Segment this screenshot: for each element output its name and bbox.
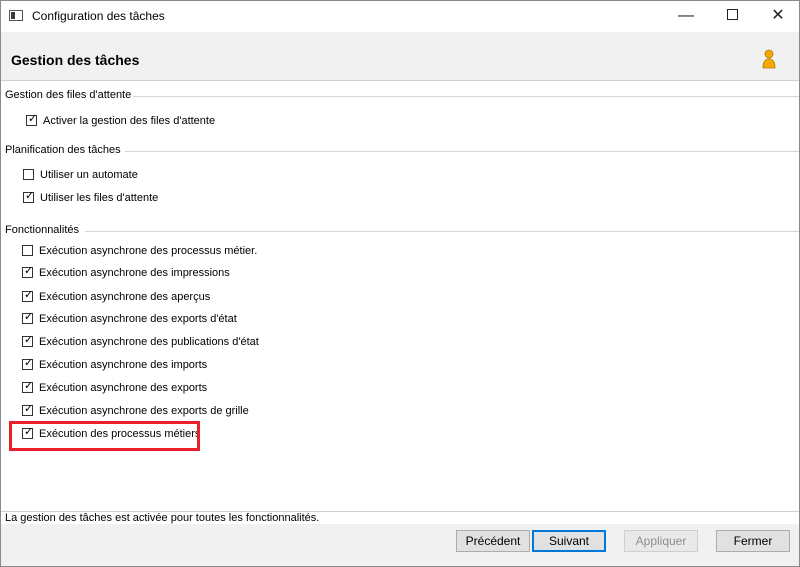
checkbox-label: Utiliser les files d'attente	[40, 192, 159, 204]
checkbox-label: Activer la gestion des files d'attente	[43, 115, 216, 127]
checkmark-icon: ✓	[24, 289, 34, 301]
checkmark-icon: ✓	[24, 265, 34, 277]
checkbox-label: Exécution asynchrone des exports de gril…	[39, 405, 249, 417]
group-label-queue: Gestion des files d'attente	[5, 89, 134, 101]
dialog-window: Configuration des tâches — ✕ Gestion des…	[0, 0, 800, 567]
checkmark-icon: ✓	[25, 190, 35, 202]
page-title: Gestion des tâches	[11, 52, 140, 68]
checkbox[interactable]: ✓	[22, 403, 34, 416]
header-divider	[1, 80, 799, 81]
group-label-planning: Planification des tâches	[5, 144, 123, 156]
status-text: La gestion des tâches est activée pour t…	[5, 512, 320, 524]
checkbox-label: Exécution asynchrone des impressions	[39, 267, 230, 279]
minimize-button[interactable]: —	[663, 1, 709, 31]
group-divider	[125, 151, 799, 152]
checkbox-label: Exécution asynchrone des publications d'…	[39, 336, 259, 348]
checkbox-label: Exécution asynchrone des exports	[39, 382, 208, 394]
maximize-icon	[726, 9, 738, 21]
checkbox[interactable]	[23, 169, 34, 180]
checkmark-icon: ✓	[24, 403, 34, 415]
group-divider	[131, 96, 799, 97]
checkbox[interactable]: ✓	[22, 265, 34, 278]
apply-button[interactable]: Appliquer	[624, 530, 698, 552]
close-button[interactable]: Fermer	[716, 530, 790, 552]
close-icon: ✕	[771, 7, 785, 24]
checkbox[interactable]: ✓	[26, 113, 38, 126]
checkmark-icon: ✓	[24, 311, 34, 323]
checkmark-icon: ✓	[24, 357, 34, 369]
checkmark-icon: ✓	[24, 380, 34, 392]
group-label-features: Fonctionnalités	[5, 224, 81, 236]
next-button[interactable]: Suivant	[532, 530, 606, 552]
group-divider	[85, 231, 799, 232]
app-icon	[9, 10, 23, 21]
checkbox[interactable]: ✓	[22, 357, 34, 370]
checkbox-label: Exécution asynchrone des processus métie…	[39, 245, 258, 257]
minimize-icon: —	[678, 7, 694, 24]
checkbox-label: Exécution asynchrone des exports d'état	[39, 313, 237, 325]
page-header: Gestion des tâches	[1, 32, 799, 80]
title-bar: Configuration des tâches — ✕	[1, 1, 799, 31]
close-window-button[interactable]: ✕	[755, 1, 800, 31]
checkbox[interactable]: ✓	[22, 311, 34, 324]
checkmark-icon: ✓	[28, 113, 38, 125]
user-icon	[762, 49, 776, 69]
checkbox-label: Utiliser un automate	[40, 169, 138, 181]
previous-button[interactable]: Précédent	[456, 530, 530, 552]
checkbox-label: Exécution asynchrone des aperçus	[39, 291, 211, 303]
highlight-box	[9, 421, 200, 451]
checkbox[interactable]	[22, 245, 33, 256]
checkmark-icon: ✓	[24, 334, 34, 346]
maximize-button[interactable]	[709, 1, 755, 31]
checkbox[interactable]: ✓	[23, 190, 35, 203]
checkbox[interactable]: ✓	[22, 289, 34, 302]
checkbox-label: Exécution asynchrone des imports	[39, 359, 208, 371]
checkbox[interactable]: ✓	[22, 334, 34, 347]
window-title: Configuration des tâches	[32, 9, 165, 23]
checkbox[interactable]: ✓	[22, 380, 34, 393]
